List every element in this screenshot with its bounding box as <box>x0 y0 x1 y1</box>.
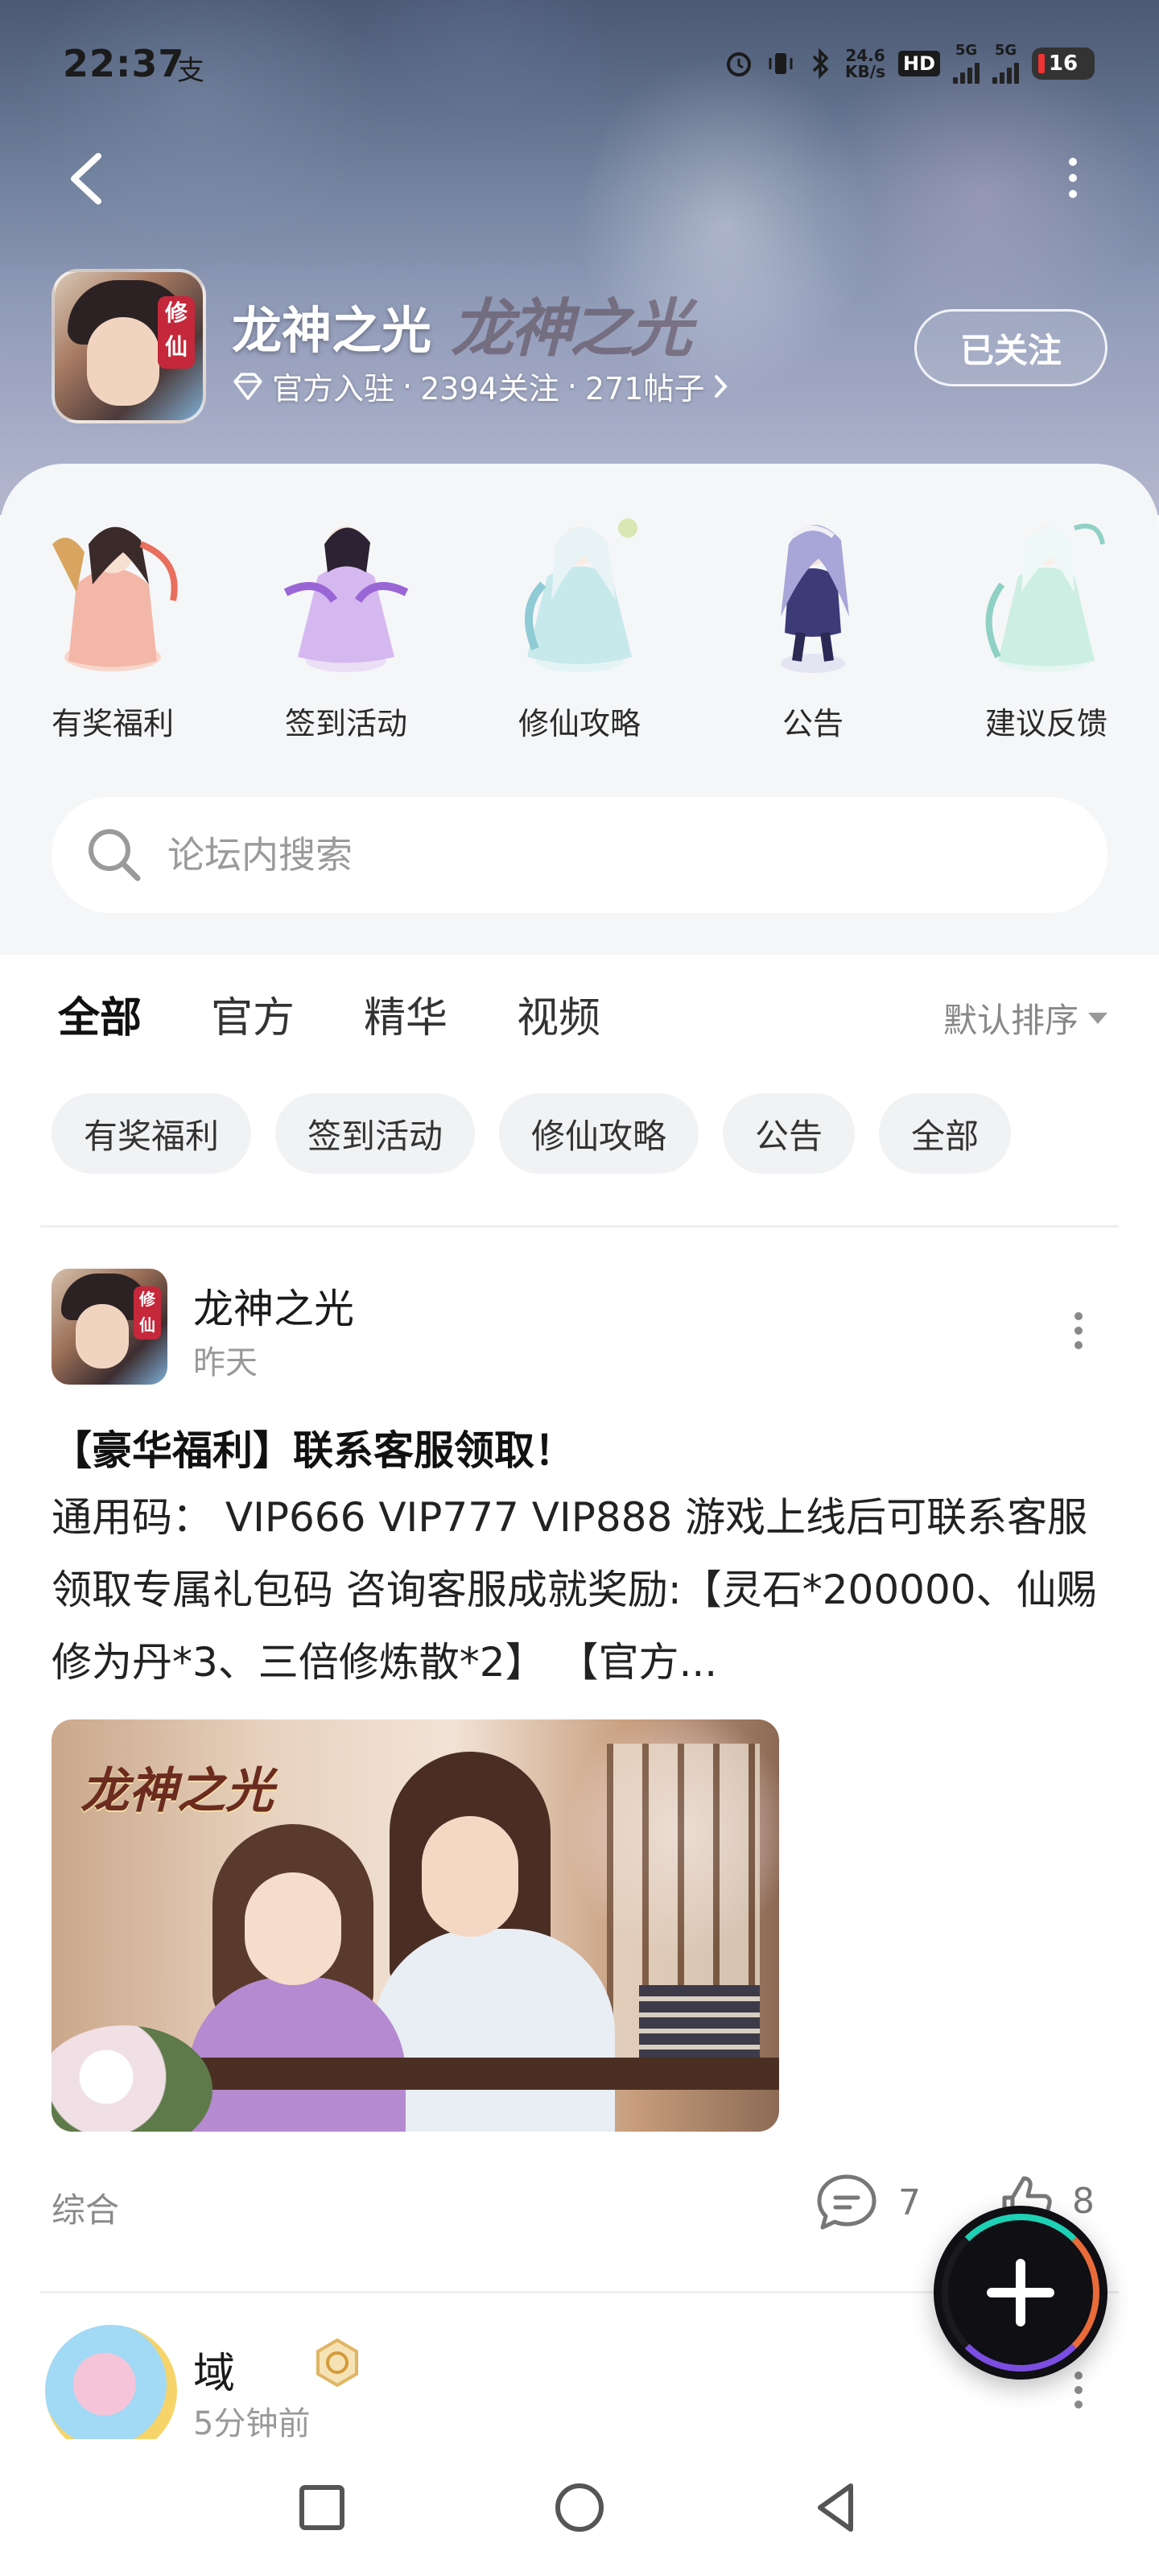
post-title[interactable]: 【豪华福利】联系客服领取！ <box>52 1418 575 1476</box>
tab-featured[interactable]: 精华 <box>364 984 448 1044</box>
search-input[interactable] <box>167 833 972 877</box>
chip-guide[interactable]: 修仙攻略 <box>499 1093 699 1174</box>
status-bar: 22:37 支 24.6 KB/s HD 5G 5G 16 <box>0 32 1159 97</box>
back-icon[interactable] <box>809 2479 865 2536</box>
entry-rewards[interactable]: 有奖福利 <box>16 496 209 743</box>
signal-icon <box>953 58 980 84</box>
category-chips: 有奖福利 签到活动 修仙攻略 公告 全部 <box>52 1093 1012 1174</box>
entry-checkin[interactable]: 签到活动 <box>250 496 443 743</box>
post-more-icon[interactable] <box>1070 2372 1087 2420</box>
sim1-label: 5G <box>955 42 978 59</box>
post-author-avatar[interactable] <box>45 2325 177 2457</box>
post-category-tag[interactable]: 综合 <box>52 2183 119 2232</box>
system-nav-bar <box>0 2439 1159 2576</box>
comment-button[interactable]: 7 <box>813 2170 921 2235</box>
post-count: 271帖子 <box>584 371 705 407</box>
forum-header-banner: 22:37 支 24.6 KB/s HD 5G 5G 16 修仙 龙神之光 龙神… <box>0 0 1159 515</box>
post-tabs: 全部 官方 精华 视频 <box>58 984 600 1051</box>
entry-guide[interactable]: 修仙攻略 <box>483 496 676 743</box>
official-label: 官方入驻 <box>272 371 395 407</box>
plus-icon <box>987 2259 1054 2326</box>
hd-voice-icon: HD <box>897 51 940 76</box>
forum-title: 龙神之光 <box>232 301 432 360</box>
post-author-name[interactable]: 域 <box>193 2339 235 2400</box>
comment-icon <box>817 2174 876 2230</box>
comment-count: 7 <box>898 2182 921 2223</box>
post-time: 昨天 <box>193 1344 258 1381</box>
chip-rewards[interactable]: 有奖福利 <box>52 1093 252 1174</box>
divider <box>40 1225 1119 1228</box>
like-count: 8 <box>1072 2180 1095 2222</box>
signal-icon <box>992 58 1019 84</box>
diamond-icon <box>233 372 262 400</box>
entry-label: 签到活动 <box>284 706 407 741</box>
level-badge-icon <box>316 2338 358 2388</box>
character-guide-icon <box>525 518 637 672</box>
post-body[interactable]: 通用码： VIP666 VIP777 VIP888 游戏上线后可联系客服领取专属… <box>52 1481 1114 1699</box>
net-speed: 24.6 KB/s <box>845 46 885 81</box>
tab-video[interactable]: 视频 <box>517 984 600 1044</box>
forum-logo: 修仙 <box>52 269 206 423</box>
post-image[interactable]: 龙神之光 <box>52 1719 779 2132</box>
character-checkin-icon <box>283 526 409 672</box>
post-more-icon[interactable] <box>1070 1312 1087 1360</box>
caret-down-icon <box>1088 1012 1107 1024</box>
forum-meta[interactable]: 官方入驻 · 2394关注 · 271帖子 <box>232 364 730 408</box>
avatar-seal: 修仙 <box>134 1286 161 1340</box>
sim2-label: 5G <box>994 42 1017 59</box>
entry-announcement[interactable]: 公告 <box>716 496 909 743</box>
chip-checkin[interactable]: 签到活动 <box>275 1093 476 1174</box>
sort-label: 默认排序 <box>942 1001 1079 1040</box>
alarm-icon <box>727 52 752 76</box>
post-author-avatar[interactable]: 修仙 <box>52 1269 167 1385</box>
entry-label: 有奖福利 <box>51 706 174 741</box>
create-post-button[interactable] <box>934 2206 1107 2380</box>
character-rewards-icon <box>52 526 178 671</box>
sort-dropdown[interactable]: 默认排序 <box>943 993 1107 1042</box>
follow-button[interactable]: 已关注 <box>914 309 1107 386</box>
more-options-icon[interactable] <box>1061 158 1085 206</box>
forum-search-box[interactable] <box>52 797 1107 913</box>
home-icon[interactable] <box>551 2479 608 2536</box>
quick-entries: 有奖福利 签到活动 修仙攻略 公告 建议反馈 <box>16 496 1143 743</box>
status-icons: 24.6 KB/s HD 5G 5G 16 <box>724 43 1095 84</box>
character-announcement-icon <box>781 525 849 673</box>
tab-all[interactable]: 全部 <box>58 984 142 1051</box>
image-game-logo: 龙神之光 <box>80 1763 274 1819</box>
entry-feedback[interactable]: 建议反馈 <box>950 496 1143 743</box>
forum-title-art: 龙神之光 <box>451 292 692 365</box>
logo-seal: 修仙 <box>158 296 195 369</box>
entry-label: 建议反馈 <box>984 706 1107 741</box>
alipay-icon: 支 <box>177 55 204 87</box>
bluetooth-icon <box>812 48 829 79</box>
chip-all[interactable]: 全部 <box>879 1093 1012 1174</box>
forum-panel: 有奖福利 签到活动 修仙攻略 公告 建议反馈 论坛内搜索 <box>0 464 1159 955</box>
battery-icon: 16 <box>1032 47 1095 80</box>
chevron-right-icon <box>715 374 728 398</box>
post-time: 5分钟前 <box>193 2405 311 2442</box>
entry-label: 公告 <box>782 706 843 741</box>
vibrate-icon <box>769 53 793 74</box>
character-feedback-icon <box>985 523 1105 672</box>
search-icon <box>89 829 141 881</box>
entry-label: 修仙攻略 <box>518 706 641 741</box>
recent-apps-icon[interactable] <box>294 2479 350 2536</box>
post-author-name[interactable]: 龙神之光 <box>193 1277 354 1335</box>
tab-official[interactable]: 官方 <box>211 984 295 1044</box>
follow-count: 2394关注 <box>420 371 559 407</box>
status-time: 22:37 <box>63 42 185 85</box>
back-arrow-icon[interactable] <box>63 150 111 208</box>
chip-announcement[interactable]: 公告 <box>723 1093 856 1174</box>
